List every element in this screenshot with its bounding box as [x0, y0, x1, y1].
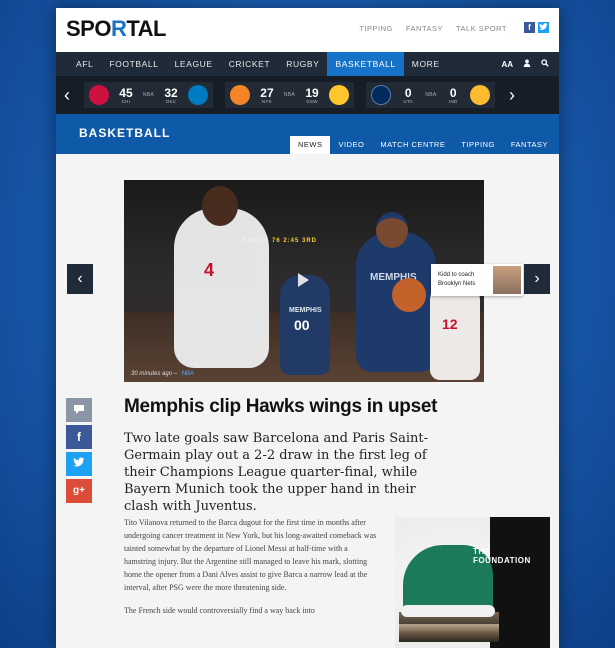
tab-match-centre[interactable]: MATCH CENTRE — [372, 136, 453, 154]
player-number: 4 — [204, 260, 215, 280]
article-lead: Two late goals saw Barcelona and Paris S… — [124, 431, 428, 514]
nav-item-more[interactable]: MORE — [404, 52, 448, 76]
google-plus-share-icon[interactable]: g+ — [66, 479, 92, 503]
user-icon[interactable] — [523, 59, 531, 69]
score-card[interactable]: 45 CHI NBA 32 OKC — [84, 82, 213, 108]
twitter-icon[interactable] — [538, 22, 549, 33]
basketball — [392, 278, 426, 312]
top-link-talk-sport[interactable]: TALK SPORT — [456, 24, 507, 33]
tab-news[interactable]: NEWS — [289, 136, 331, 154]
away-team: OKC — [165, 98, 177, 104]
section-tabs: NEWS VIDEO MATCH CENTRE TIPPING FANTASY — [289, 136, 556, 154]
score-ticker: ‹ 45 CHI NBA 32 OKC 27 NYK NBA 19 GSW 0 UTA N… — [56, 76, 559, 114]
team-logo-ind — [469, 85, 490, 105]
teaser-title: Kidd to coach Brooklyn Nets — [438, 272, 476, 287]
hero-meta: 30 minutes ago – NBA — [131, 371, 195, 377]
team-logo-chi — [89, 85, 109, 105]
ad-dark-panel — [490, 517, 550, 648]
nav-item-basketball[interactable]: BASKETBALL — [327, 52, 404, 76]
player-head — [202, 186, 238, 226]
scores-next-arrow-icon[interactable]: › — [501, 76, 523, 114]
article-headline: Memphis clip Hawks wings in upset — [124, 396, 438, 417]
jersey-number: 00 — [294, 317, 310, 333]
timestamp: 30 minutes ago — [131, 371, 173, 377]
nav-item-afl[interactable]: AFL — [68, 52, 101, 76]
next-story-teaser[interactable]: Kidd to coach Brooklyn Nets — [431, 264, 523, 296]
score-card[interactable]: 0 UTA NBA 0 IND — [366, 82, 495, 108]
player-memphis-back: MEMPHIS 00 — [280, 275, 330, 375]
logo[interactable]: SPORTAL — [66, 16, 166, 42]
twitter-share-icon[interactable] — [66, 452, 92, 476]
shoe-sole — [401, 605, 495, 617]
ad-headline: THE FOUNDATION — [473, 547, 531, 565]
league-label: NBA — [142, 92, 155, 98]
article-paragraph: Tito Vilanova returned to the Barca dugo… — [124, 518, 377, 592]
article-body: Tito Vilanova returned to the Barca dugo… — [124, 516, 380, 627]
advertisement[interactable]: THE FOUNDATION — [395, 517, 550, 648]
away-score: 32 — [164, 85, 178, 100]
hero-image[interactable]: HAWKS 76 2:45 3RD 4 MEMPHIS 00 MEMPHIS 1… — [124, 180, 484, 382]
page: SPORTAL TIPPING FANTASY TALK SPORT f AFL… — [56, 8, 559, 648]
nav-item-football[interactable]: FOOTBALL — [101, 52, 166, 76]
league-label: NBA — [283, 92, 296, 98]
tab-tipping[interactable]: TIPPING — [453, 136, 503, 154]
carousel-prev-arrow-icon[interactable]: ‹ — [67, 264, 93, 294]
search-icon[interactable] — [541, 59, 549, 69]
nav-item-league[interactable]: LEAGUE — [167, 52, 221, 76]
league-tag[interactable]: NBA — [182, 371, 194, 377]
social-top: f — [524, 22, 549, 33]
player-head — [376, 212, 408, 248]
team-logo-nyk — [230, 85, 250, 105]
score-card[interactable]: 27 NYK NBA 19 GSW — [225, 82, 354, 108]
tab-fantasy[interactable]: FANTASY — [503, 136, 556, 154]
top-link-tipping[interactable]: TIPPING — [359, 24, 393, 33]
team-logo-uta — [371, 85, 391, 105]
nav-item-rugby[interactable]: RUGBY — [278, 52, 327, 76]
comment-icon[interactable] — [66, 398, 92, 422]
top-links: TIPPING FANTASY TALK SPORT — [359, 24, 507, 33]
team-logo-okc — [187, 85, 208, 105]
section-header: BASKETBALL NEWS VIDEO MATCH CENTRE TIPPI… — [56, 114, 559, 154]
league-label: NBA — [425, 92, 437, 98]
nav-item-cricket[interactable]: CRICKET — [221, 52, 279, 76]
home-score: 45 — [119, 85, 133, 100]
top-bar: SPORTAL TIPPING FANTASY TALK SPORT f — [56, 8, 559, 52]
carousel-next-arrow-icon[interactable]: › — [524, 264, 550, 294]
jersey-number: 12 — [442, 316, 458, 332]
play-icon[interactable] — [298, 273, 309, 287]
article-paragraph: The French side would controversially fi… — [124, 606, 315, 615]
away-team: IND — [448, 98, 458, 104]
top-link-fantasy[interactable]: FANTASY — [406, 24, 443, 33]
facebook-icon[interactable]: f — [524, 22, 535, 33]
nav-tools: AA — [501, 52, 549, 76]
facebook-share-icon[interactable]: f — [66, 425, 92, 449]
player-hawks-red: 4 — [174, 186, 269, 368]
scores-prev-arrow-icon[interactable]: ‹ — [56, 76, 78, 114]
tab-video[interactable]: VIDEO — [330, 136, 372, 154]
away-team: GSW — [306, 98, 318, 104]
text-size-button[interactable]: AA — [501, 60, 513, 69]
home-score: 27 — [260, 85, 274, 100]
jersey-text: MEMPHIS — [289, 307, 322, 314]
home-team: NYK — [261, 98, 273, 104]
home-score: 0 — [404, 85, 412, 100]
main-nav: AFL FOOTBALL LEAGUE CRICKET RUGBY BASKET… — [56, 52, 559, 76]
team-logo-gsw — [328, 85, 349, 105]
away-score: 19 — [305, 85, 319, 100]
home-team: UTA — [403, 98, 413, 104]
teaser-thumbnail — [493, 266, 521, 294]
away-score: 0 — [449, 85, 457, 100]
section-title: BASKETBALL — [79, 126, 171, 140]
